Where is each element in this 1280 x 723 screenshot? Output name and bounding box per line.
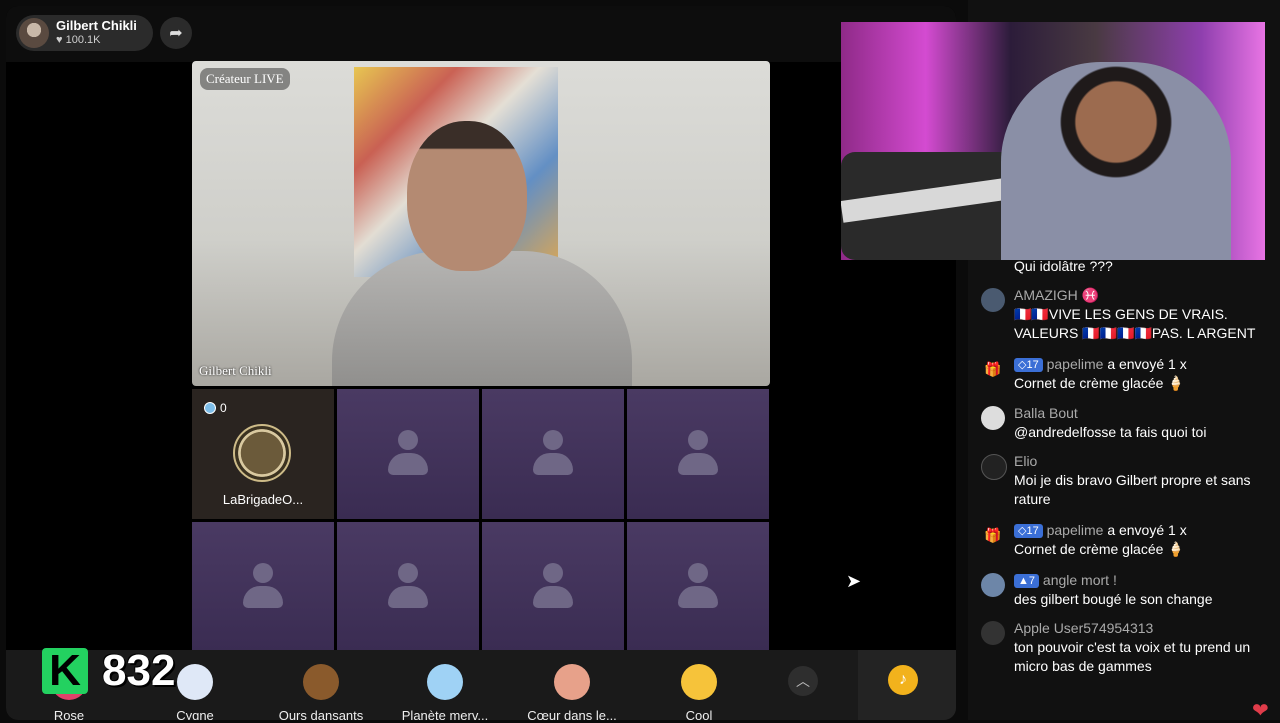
level-badge: ◇17 bbox=[1014, 358, 1043, 372]
share-arrow-icon: ➦ bbox=[169, 25, 183, 42]
gift-dancing-bears[interactable]: Ours dansants bbox=[266, 650, 376, 720]
empty-guest-slot[interactable] bbox=[482, 389, 624, 519]
chat-text: Cornet de crème glacée 🍦 bbox=[1014, 375, 1185, 391]
level-badge: ▲7 bbox=[1014, 574, 1040, 588]
heart-icon: ❤ bbox=[1252, 700, 1269, 722]
user-avatar[interactable] bbox=[981, 573, 1005, 597]
live-panel: Gilbert Chikli ♥ 100.1K ➦ Créateur LIVE … bbox=[6, 6, 956, 720]
gift-label: Ours dansants bbox=[278, 708, 364, 720]
chat-username[interactable]: papelime bbox=[1047, 522, 1104, 538]
swan-icon bbox=[177, 664, 213, 700]
likes-count: 100.1K bbox=[65, 34, 101, 47]
guest-name: LaBrigadeO... bbox=[222, 492, 304, 507]
chat-username[interactable]: Balla Bout bbox=[1014, 404, 1264, 423]
chat-username[interactable]: papelime bbox=[1047, 356, 1104, 372]
gift-label: Planète merv... bbox=[401, 708, 489, 720]
chat-text: @andredelfosse ta fais quoi toi bbox=[1014, 424, 1207, 440]
gift-planet[interactable]: Planète merv... bbox=[390, 650, 500, 720]
person-placeholder-icon bbox=[678, 563, 718, 611]
person-placeholder-icon bbox=[243, 563, 283, 611]
user-avatar[interactable] bbox=[981, 406, 1005, 430]
person-placeholder-icon bbox=[388, 563, 428, 611]
user-avatar[interactable] bbox=[981, 288, 1005, 312]
level-badge: ◇17 bbox=[1014, 524, 1043, 538]
gift-action: a envoyé 1 x bbox=[1107, 522, 1187, 538]
guest-slot-1[interactable]: 0 LaBrigadeO... bbox=[192, 389, 334, 519]
host-name: Gilbert Chikli bbox=[56, 18, 137, 34]
planet-icon bbox=[427, 664, 463, 700]
chat-text: Qui idolâtre ??? bbox=[1014, 258, 1113, 274]
person-placeholder-icon bbox=[678, 430, 718, 478]
creator-live-badge: Créateur LIVE bbox=[200, 68, 290, 90]
dancing-bears-icon bbox=[303, 664, 339, 700]
gift-heart-hands[interactable]: Cœur dans le... bbox=[517, 650, 627, 720]
gift-icon: 🎁 bbox=[984, 361, 1002, 377]
sunglasses-emoji-icon bbox=[681, 664, 717, 700]
gift-cool[interactable]: Cool bbox=[644, 650, 754, 720]
score-dot-icon bbox=[204, 402, 216, 414]
chat-username[interactable]: AMAZIGH ♓ bbox=[1014, 286, 1264, 305]
empty-guest-slot[interactable] bbox=[482, 522, 624, 652]
gift-label: Cool bbox=[685, 708, 713, 720]
webcam-person bbox=[1001, 62, 1231, 260]
video-host-name: Gilbert Chikli bbox=[199, 363, 272, 378]
chat-text: Cornet de crème glacée 🍦 bbox=[1014, 541, 1185, 557]
recharge-coins-button[interactable]: ♪ bbox=[858, 650, 956, 720]
empty-guest-slot[interactable] bbox=[337, 522, 479, 652]
empty-guest-slot[interactable] bbox=[337, 389, 479, 519]
streamer-webcam bbox=[841, 22, 1265, 260]
empty-guest-slot[interactable] bbox=[627, 389, 769, 519]
gift-icon: 🎁 bbox=[984, 527, 1002, 543]
expand-gifts-button[interactable]: ︿ bbox=[788, 666, 818, 696]
guest-avatar[interactable] bbox=[233, 424, 291, 482]
host-avatar[interactable] bbox=[19, 18, 49, 48]
k-logo: K bbox=[42, 648, 88, 694]
chat-text: ton pouvoir c'est ta voix et tu prend un… bbox=[1014, 639, 1251, 674]
score-value: 832 bbox=[102, 646, 176, 695]
guest-score-value: 0 bbox=[220, 401, 227, 415]
guest-score: 0 bbox=[204, 401, 227, 415]
person-placeholder-icon bbox=[388, 430, 428, 478]
empty-guest-slot[interactable] bbox=[627, 522, 769, 652]
score-overlay: K 832 bbox=[42, 646, 182, 706]
chat-text: Moi je dis bravo Gilbert propre et sans … bbox=[1014, 472, 1251, 507]
empty-guest-slot[interactable] bbox=[192, 522, 334, 652]
host-info: Gilbert Chikli ♥ 100.1K bbox=[56, 18, 137, 47]
host-profile-pill[interactable]: Gilbert Chikli ♥ 100.1K bbox=[16, 15, 153, 51]
user-avatar[interactable] bbox=[981, 621, 1005, 645]
chat-text: 🇫🇷🇫🇷VIVE LES GENS DE VRAIS. VALEURS 🇫🇷🇫🇷… bbox=[1014, 306, 1256, 341]
live-header: Gilbert Chikli ♥ 100.1K ➦ bbox=[6, 6, 956, 62]
host-figure-head bbox=[407, 121, 527, 271]
chat-username[interactable]: Apple User574954313 bbox=[1014, 619, 1264, 638]
tiktok-coin-icon: ♪ bbox=[888, 665, 918, 695]
heart-hands-icon bbox=[554, 664, 590, 700]
person-placeholder-icon bbox=[533, 563, 573, 611]
user-avatar[interactable] bbox=[981, 454, 1007, 480]
chat-username[interactable]: Elio bbox=[1014, 452, 1264, 471]
share-button[interactable]: ➦ bbox=[160, 17, 192, 49]
chat-username[interactable]: angle mort ! bbox=[1043, 572, 1117, 588]
chat-text: des gilbert bougé le son change bbox=[1014, 591, 1213, 607]
gift-label: Cygne bbox=[176, 708, 214, 720]
host-figure-body bbox=[332, 251, 632, 386]
heart-icon: ♥ bbox=[56, 34, 63, 47]
main-video[interactable]: Créateur LIVE Gilbert Chikli bbox=[192, 61, 770, 386]
chevron-up-icon: ︿ bbox=[796, 673, 810, 689]
mouse-cursor-icon: ➤ bbox=[846, 571, 862, 591]
person-placeholder-icon bbox=[533, 430, 573, 478]
gift-label: Rose bbox=[53, 708, 85, 720]
host-likes: ♥ 100.1K bbox=[56, 34, 137, 47]
gift-label: Cœur dans le... bbox=[527, 708, 617, 720]
gift-action: a envoyé 1 x bbox=[1107, 356, 1187, 372]
